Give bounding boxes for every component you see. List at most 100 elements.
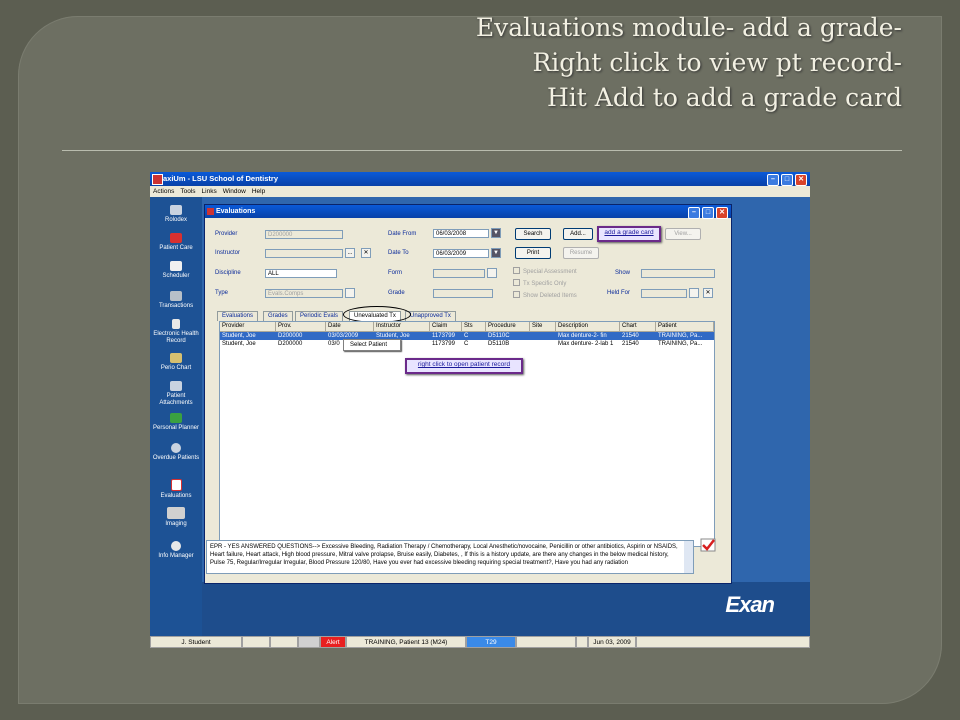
special-assessment-label: Special Assessment	[523, 269, 577, 275]
sidebar-item-planner[interactable]: Personal Planner	[150, 413, 202, 432]
menu-tools[interactable]: Tools	[180, 186, 195, 197]
column-header[interactable]: Prov.	[276, 322, 326, 332]
tab-evaluations[interactable]: Evaluations	[217, 311, 259, 321]
camera-icon	[167, 507, 185, 519]
date-to-field[interactable]: 06/03/2009	[433, 249, 489, 258]
context-menu-select-patient[interactable]: Select Patient	[350, 342, 387, 348]
table-cell: D5110C	[488, 333, 510, 339]
held-for-label: Held For	[607, 290, 631, 296]
discipline-select[interactable]: ALL	[265, 269, 337, 278]
tx-specific-only-checkbox[interactable]: Tx Specific Only	[513, 279, 566, 288]
sidebar-item-perio-chart[interactable]: Perio Chart	[150, 353, 202, 372]
table-cell: TRAINING, Pa...	[658, 333, 703, 339]
column-header[interactable]: Provider	[220, 322, 276, 332]
view-button[interactable]: View...	[665, 228, 701, 240]
search-button[interactable]: Search	[515, 228, 551, 240]
status-alert[interactable]: Alert	[320, 636, 346, 648]
attachments-icon	[170, 381, 182, 391]
evaluations-icon	[170, 479, 182, 491]
sidebar-item-ehr[interactable]: Electronic Health Record	[150, 319, 202, 345]
info-icon	[171, 541, 181, 551]
sidebar-item-attachments[interactable]: Patient Attachments	[150, 381, 202, 407]
column-header[interactable]: Date	[326, 322, 374, 332]
show-deleted-items-checkbox[interactable]: Show Deleted Items	[513, 291, 577, 300]
status-cell	[242, 636, 270, 648]
column-header[interactable]: Patient	[656, 322, 714, 332]
column-header[interactable]: Description	[556, 322, 620, 332]
status-date: Jun 03, 2009	[588, 636, 636, 648]
rolodex-icon	[170, 205, 182, 215]
calculator-icon	[170, 291, 182, 301]
tab-unapproved-tx[interactable]: Unapproved Tx	[405, 311, 456, 321]
sidebar-item-scheduler[interactable]: Scheduler	[150, 261, 202, 280]
sidebar-item-patient-care[interactable]: Patient Care	[150, 233, 202, 252]
date-from-field[interactable]: 06/03/2008	[433, 229, 489, 238]
table-row[interactable]: Student, Joe D200000 03/03/2009 Student,…	[220, 332, 714, 340]
menu-bar: Actions Tools Links Window Help	[150, 186, 810, 197]
sidebar-item-label: Perio Chart	[160, 365, 192, 371]
table-cell: D200000	[278, 341, 303, 347]
column-header[interactable]: Procedure	[486, 322, 530, 332]
sidebar-item-imaging[interactable]: Imaging	[150, 507, 202, 528]
held-for-lookup-button[interactable]	[689, 288, 699, 298]
column-header[interactable]: Chart	[620, 322, 656, 332]
close-button[interactable]: ✕	[795, 174, 807, 186]
sidebar-item-info-manager[interactable]: Info Manager	[150, 541, 202, 560]
minimize-button[interactable]: –	[767, 174, 779, 186]
column-header[interactable]: Site	[530, 322, 556, 332]
maximize-button[interactable]: □	[781, 174, 793, 186]
menu-help[interactable]: Help	[252, 186, 265, 197]
epr-scrollbar[interactable]	[684, 541, 693, 573]
sidebar-item-rolodex[interactable]: Rolodex	[150, 205, 202, 224]
provider-field[interactable]: D200000	[265, 230, 343, 239]
sidebar-item-transactions[interactable]: Transactions	[150, 291, 202, 310]
sidebar-item-label: Overdue Patients	[152, 455, 200, 461]
table-cell: 21540	[622, 333, 639, 339]
resume-button[interactable]: Resume	[563, 247, 599, 259]
tab-grades[interactable]: Grades	[263, 311, 293, 321]
print-button[interactable]: Print	[515, 247, 551, 259]
status-cell	[516, 636, 576, 648]
tab-periodic-evals[interactable]: Periodic Evals	[295, 311, 344, 321]
evaluations-maximize-button[interactable]: □	[702, 207, 714, 219]
instructor-clear-button[interactable]: ✕	[361, 248, 371, 258]
add-button[interactable]: Add...	[563, 228, 593, 240]
menu-links[interactable]: Links	[202, 186, 217, 197]
table-cell: D200000	[278, 333, 303, 339]
menu-window[interactable]: Window	[223, 186, 246, 197]
status-cell	[298, 636, 320, 648]
held-for-field[interactable]	[641, 289, 687, 298]
special-assessment-checkbox[interactable]: Special Assessment	[513, 267, 577, 276]
instructor-field[interactable]	[265, 249, 343, 258]
evaluations-title: Evaluations	[216, 208, 256, 215]
grade-field[interactable]	[433, 289, 493, 298]
column-header[interactable]: Claim	[430, 322, 462, 332]
date-to-calendar-icon[interactable]: ▼	[491, 248, 501, 258]
form-label: Form	[388, 270, 402, 276]
held-for-clear-button[interactable]: ✕	[703, 288, 713, 298]
date-from-calendar-icon[interactable]: ▼	[491, 228, 501, 238]
form-field[interactable]	[433, 269, 485, 278]
sidebar-item-label: Rolodex	[164, 217, 187, 223]
evaluations-close-button[interactable]: ✕	[716, 207, 728, 219]
slide-title-line-2: Right click to view pt record-	[532, 48, 902, 77]
menu-actions[interactable]: Actions	[153, 186, 174, 197]
sidebar-item-overdue[interactable]: Overdue Patients	[150, 443, 202, 462]
unevaluated-tx-grid: Provider Prov. Date Instructor Claim Sts…	[219, 321, 715, 547]
instructor-lookup-button[interactable]: ...	[345, 248, 355, 258]
show-select[interactable]	[641, 269, 715, 278]
table-row[interactable]: Student, Joe D200000 03/0 n 1173799 C D5…	[220, 340, 714, 348]
type-lookup-button[interactable]	[345, 288, 355, 298]
type-field[interactable]: Evals.Comps	[265, 289, 343, 298]
show-deleted-items-label: Show Deleted Items	[523, 293, 577, 299]
table-cell: Max denture- 2-lab 1	[558, 341, 614, 347]
callout-add-grade-card: add a grade card	[597, 226, 661, 242]
evaluations-minimize-button[interactable]: –	[688, 207, 700, 219]
planner-icon	[170, 413, 182, 423]
sidebar-item-evaluations[interactable]: Evaluations	[150, 479, 202, 500]
overdue-icon	[171, 443, 181, 453]
column-header[interactable]: Sts	[462, 322, 486, 332]
column-header[interactable]: Instructor	[374, 322, 430, 332]
status-icon	[576, 636, 588, 648]
form-lookup-button[interactable]	[487, 268, 497, 278]
